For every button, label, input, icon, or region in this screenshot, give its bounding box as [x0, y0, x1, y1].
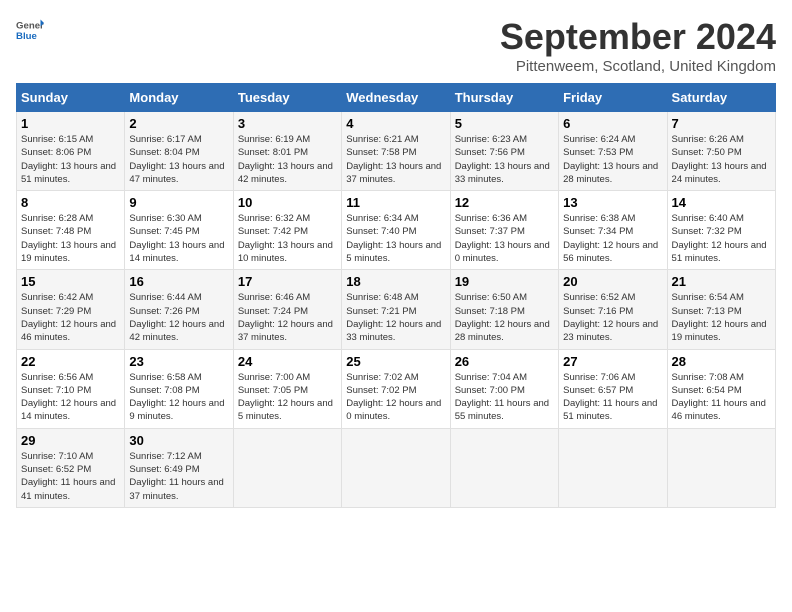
col-monday: Monday — [125, 84, 233, 112]
table-row: 7 Sunrise: 6:26 AM Sunset: 7:50 PM Dayli… — [667, 112, 775, 191]
logo: General Blue — [16, 16, 44, 44]
week-row: 8 Sunrise: 6:28 AM Sunset: 7:48 PM Dayli… — [17, 191, 776, 270]
table-row: 13 Sunrise: 6:38 AM Sunset: 7:34 PM Dayl… — [559, 191, 667, 270]
table-row: 23 Sunrise: 6:58 AM Sunset: 7:08 PM Dayl… — [125, 349, 233, 428]
col-thursday: Thursday — [450, 84, 558, 112]
table-row: 21 Sunrise: 6:54 AM Sunset: 7:13 PM Dayl… — [667, 270, 775, 349]
location: Pittenweem, Scotland, United Kingdom — [500, 58, 776, 75]
table-row: 18 Sunrise: 6:48 AM Sunset: 7:21 PM Dayl… — [342, 270, 450, 349]
table-row: 25 Sunrise: 7:02 AM Sunset: 7:02 PM Dayl… — [342, 349, 450, 428]
table-row: 10 Sunrise: 6:32 AM Sunset: 7:42 PM Dayl… — [233, 191, 341, 270]
svg-text:Blue: Blue — [16, 31, 37, 42]
logo-icon: General Blue — [16, 16, 44, 44]
table-row: 1 Sunrise: 6:15 AM Sunset: 8:06 PM Dayli… — [17, 112, 125, 191]
week-row: 1 Sunrise: 6:15 AM Sunset: 8:06 PM Dayli… — [17, 112, 776, 191]
table-row: 30 Sunrise: 7:12 AM Sunset: 6:49 PM Dayl… — [125, 428, 233, 507]
empty-cell — [342, 428, 450, 507]
empty-cell — [450, 428, 558, 507]
col-friday: Friday — [559, 84, 667, 112]
table-row: 19 Sunrise: 6:50 AM Sunset: 7:18 PM Dayl… — [450, 270, 558, 349]
table-row: 3 Sunrise: 6:19 AM Sunset: 8:01 PM Dayli… — [233, 112, 341, 191]
week-row: 22 Sunrise: 6:56 AM Sunset: 7:10 PM Dayl… — [17, 349, 776, 428]
table-row: 9 Sunrise: 6:30 AM Sunset: 7:45 PM Dayli… — [125, 191, 233, 270]
col-tuesday: Tuesday — [233, 84, 341, 112]
table-row: 17 Sunrise: 6:46 AM Sunset: 7:24 PM Dayl… — [233, 270, 341, 349]
table-row: 24 Sunrise: 7:00 AM Sunset: 7:05 PM Dayl… — [233, 349, 341, 428]
col-wednesday: Wednesday — [342, 84, 450, 112]
table-row: 8 Sunrise: 6:28 AM Sunset: 7:48 PM Dayli… — [17, 191, 125, 270]
table-row: 11 Sunrise: 6:34 AM Sunset: 7:40 PM Dayl… — [342, 191, 450, 270]
table-row: 12 Sunrise: 6:36 AM Sunset: 7:37 PM Dayl… — [450, 191, 558, 270]
table-row: 14 Sunrise: 6:40 AM Sunset: 7:32 PM Dayl… — [667, 191, 775, 270]
table-row: 15 Sunrise: 6:42 AM Sunset: 7:29 PM Dayl… — [17, 270, 125, 349]
page-header: General Blue September 2024 Pittenweem, … — [16, 16, 776, 75]
month-title: September 2024 — [500, 16, 776, 58]
table-row: 16 Sunrise: 6:44 AM Sunset: 7:26 PM Dayl… — [125, 270, 233, 349]
table-row: 29 Sunrise: 7:10 AM Sunset: 6:52 PM Dayl… — [17, 428, 125, 507]
empty-cell — [233, 428, 341, 507]
table-row: 2 Sunrise: 6:17 AM Sunset: 8:04 PM Dayli… — [125, 112, 233, 191]
calendar-table: Sunday Monday Tuesday Wednesday Thursday… — [16, 83, 776, 508]
col-saturday: Saturday — [667, 84, 775, 112]
title-block: September 2024 Pittenweem, Scotland, Uni… — [500, 16, 776, 75]
empty-cell — [667, 428, 775, 507]
week-row: 29 Sunrise: 7:10 AM Sunset: 6:52 PM Dayl… — [17, 428, 776, 507]
col-sunday: Sunday — [17, 84, 125, 112]
table-row: 20 Sunrise: 6:52 AM Sunset: 7:16 PM Dayl… — [559, 270, 667, 349]
table-row: 5 Sunrise: 6:23 AM Sunset: 7:56 PM Dayli… — [450, 112, 558, 191]
table-row: 4 Sunrise: 6:21 AM Sunset: 7:58 PM Dayli… — [342, 112, 450, 191]
table-row: 28 Sunrise: 7:08 AM Sunset: 6:54 PM Dayl… — [667, 349, 775, 428]
week-row: 15 Sunrise: 6:42 AM Sunset: 7:29 PM Dayl… — [17, 270, 776, 349]
table-row: 26 Sunrise: 7:04 AM Sunset: 7:00 PM Dayl… — [450, 349, 558, 428]
table-row: 6 Sunrise: 6:24 AM Sunset: 7:53 PM Dayli… — [559, 112, 667, 191]
table-row: 27 Sunrise: 7:06 AM Sunset: 6:57 PM Dayl… — [559, 349, 667, 428]
svg-text:General: General — [16, 20, 44, 31]
empty-cell — [559, 428, 667, 507]
header-row: Sunday Monday Tuesday Wednesday Thursday… — [17, 84, 776, 112]
table-row: 22 Sunrise: 6:56 AM Sunset: 7:10 PM Dayl… — [17, 349, 125, 428]
